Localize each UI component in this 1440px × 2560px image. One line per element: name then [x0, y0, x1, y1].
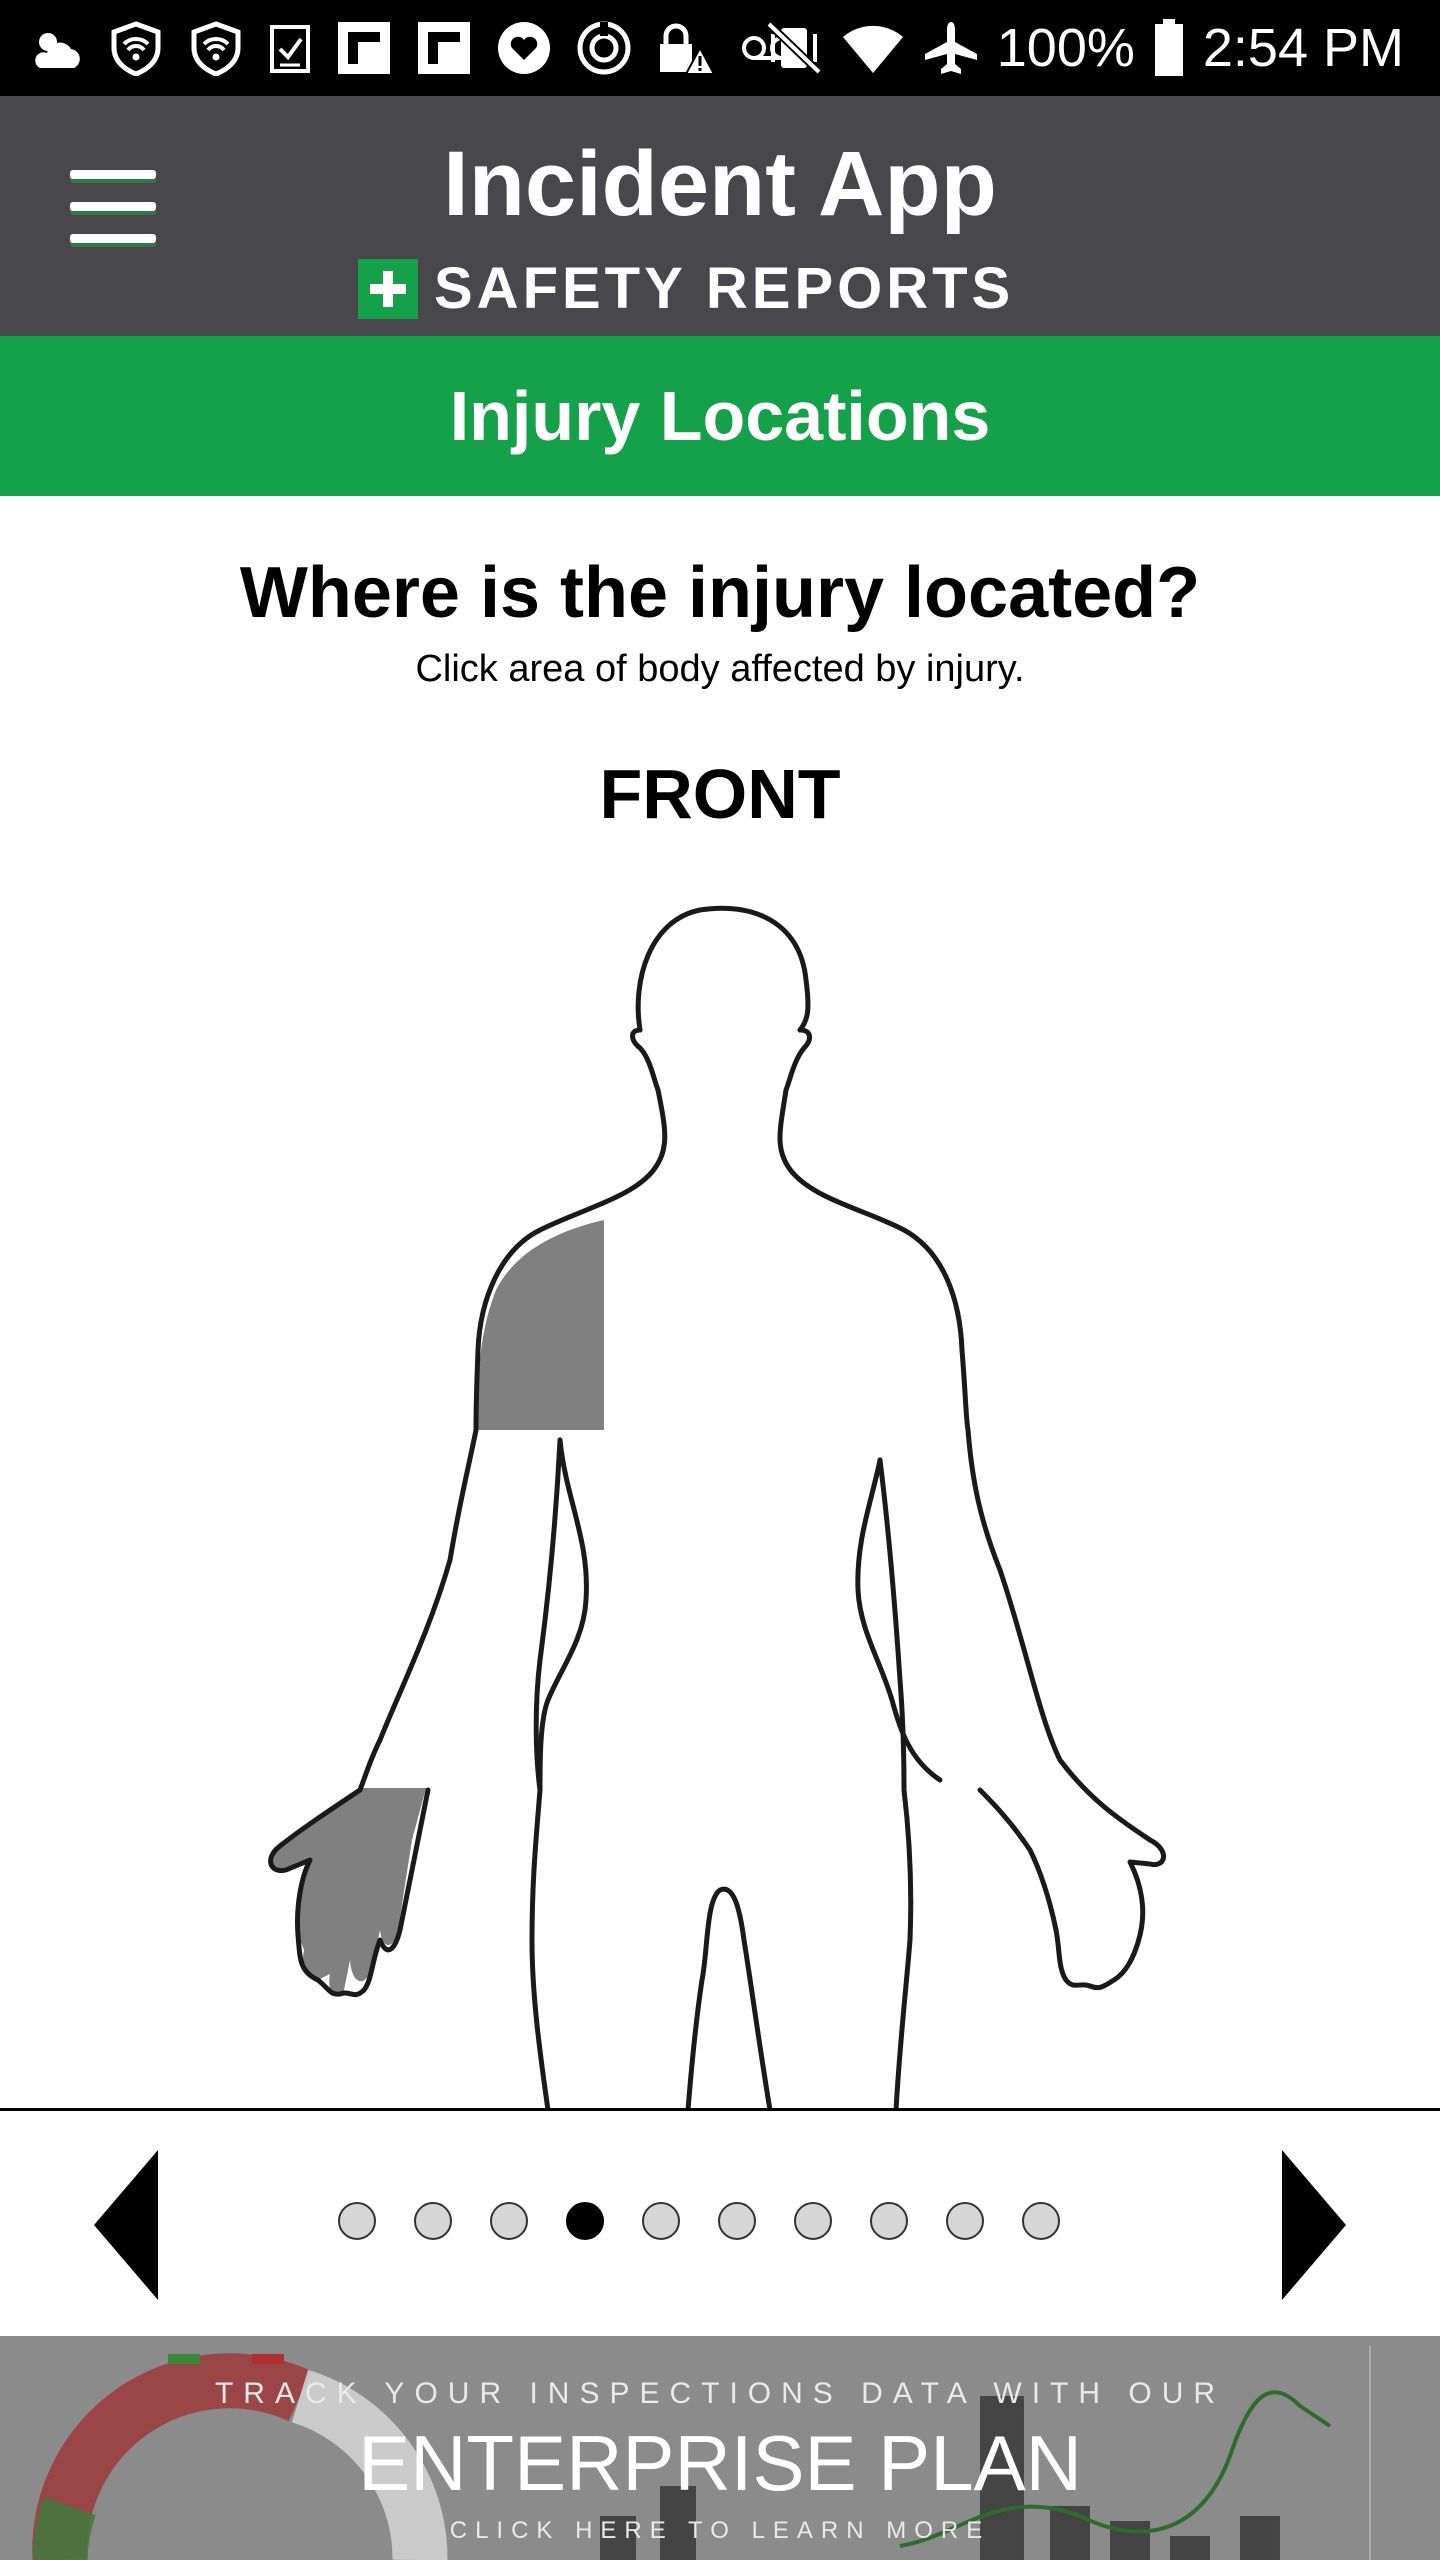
region-abdomen[interactable]	[560, 1440, 880, 1790]
ad-headline: ENTERPRISE PLAN	[358, 2419, 1082, 2507]
section-title: Injury Locations	[0, 336, 1440, 496]
body-diagram[interactable]	[0, 880, 1440, 2108]
content-divider	[0, 2108, 1440, 2111]
sync-circle-icon	[577, 21, 631, 75]
page-indicator	[338, 2202, 1060, 2244]
selected-region-right-hand[interactable]	[270, 1788, 426, 1995]
lock-warning-icon	[660, 23, 716, 75]
app-title: Incident App	[443, 133, 997, 235]
region-left-hand[interactable]	[990, 1790, 1170, 1990]
medical-plus-icon	[358, 259, 418, 319]
battery-icon	[1154, 19, 1183, 76]
shield-wifi-icon	[111, 21, 161, 76]
wifi-icon	[842, 25, 903, 73]
shield-wifi-icon	[191, 21, 241, 76]
notification-icons	[28, 16, 796, 80]
page-dot[interactable]	[718, 2202, 756, 2240]
task-check-icon	[270, 25, 310, 73]
brand-logo: SAFETY REPORTS	[358, 256, 1015, 321]
view-label: FRONT	[599, 755, 841, 833]
system-status: 100% 2:54 PM	[765, 16, 1404, 80]
ad-tagline: TRACK YOUR INSPECTIONS DATA WITH OUR	[214, 2377, 1226, 2410]
heart-app-icon	[498, 22, 550, 74]
region-head[interactable]	[630, 905, 815, 1090]
page-dot[interactable]	[1022, 2202, 1060, 2240]
page-dot[interactable]	[870, 2202, 908, 2240]
vibrate-mute-icon	[765, 21, 822, 75]
page-dot[interactable]	[946, 2202, 984, 2240]
question-heading: Where is the injury located?	[239, 553, 1201, 633]
page-dot[interactable]	[338, 2202, 376, 2240]
airplane-icon	[924, 22, 977, 74]
selected-region-right-shoulder[interactable]	[477, 1220, 604, 1430]
page-dot[interactable]	[490, 2202, 528, 2240]
flipboard-icon	[418, 22, 470, 74]
region-neck[interactable]	[650, 1090, 790, 1190]
enterprise-plan-ad[interactable]: TRACK YOUR INSPECTIONS DATA WITH OUR ENT…	[0, 2336, 1440, 2560]
flipboard-icon	[338, 22, 390, 74]
page-dot[interactable]	[414, 2202, 452, 2240]
page-dot[interactable]	[794, 2202, 832, 2240]
status-bar: 100% 2:54 PM	[0, 0, 1440, 96]
triangle-left-icon[interactable]	[94, 2150, 164, 2300]
weather-partly-cloudy-icon	[35, 33, 80, 68]
clock: 2:54 PM	[1202, 18, 1404, 78]
brand-name: SAFETY REPORTS	[434, 256, 1015, 321]
app-header: Incident App SAFETY REPORTS	[0, 96, 1440, 336]
body-hit-areas[interactable]	[560, 905, 1170, 1990]
triangle-right-icon[interactable]	[1276, 2150, 1346, 2300]
battery-percentage: 100%	[996, 18, 1135, 78]
page-dot[interactable]	[642, 2202, 680, 2240]
page-dot-current[interactable]	[566, 2202, 604, 2240]
instruction-text: Click area of body affected by injury.	[415, 648, 1025, 690]
region-left-shoulder[interactable]	[840, 1220, 970, 1430]
ad-cta: CLICK HERE TO LEARN MORE	[449, 2517, 991, 2544]
